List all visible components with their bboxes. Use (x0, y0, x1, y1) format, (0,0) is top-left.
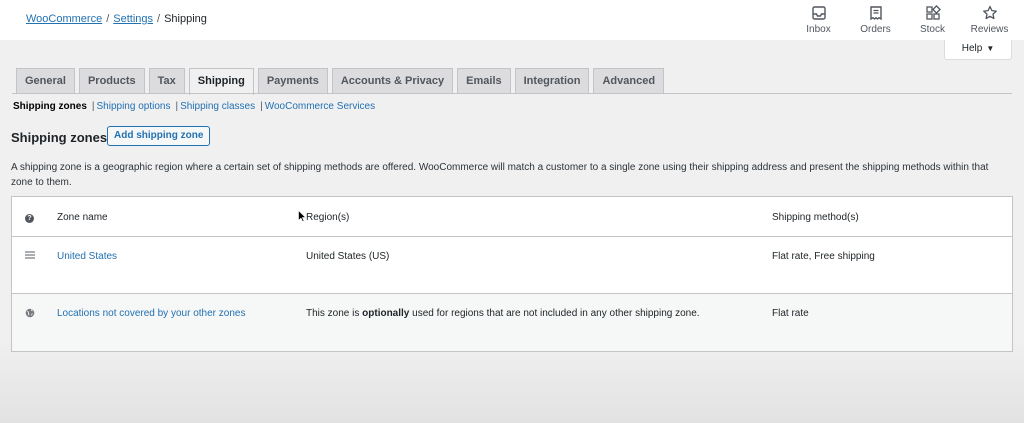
breadcrumb-current: Shipping (164, 13, 207, 25)
inbox-icon (811, 6, 826, 20)
subnav-woocommerce-services[interactable]: WooCommerce Services (265, 101, 375, 112)
page-description: A shipping zone is a geographic region w… (11, 162, 989, 188)
zone-methods: Flat rate, Free shipping (772, 251, 875, 262)
orders-button[interactable]: Orders (847, 5, 904, 35)
subnav-separator: | (91, 101, 95, 112)
tab-tax[interactable]: Tax (148, 68, 185, 94)
header-actions: Inbox Orders Stock Reviews (790, 5, 1018, 35)
table-row: United States United States (US) Flat ra… (12, 237, 1012, 294)
tab-advanced[interactable]: Advanced (593, 68, 665, 94)
tab-shipping[interactable]: Shipping (188, 68, 254, 95)
subnav-shipping-classes[interactable]: Shipping classes (180, 101, 255, 112)
fallback-zone-methods: Flat rate (772, 308, 809, 319)
mouse-cursor-icon (298, 210, 306, 222)
reviews-label: Reviews (970, 24, 1009, 35)
reviews-button[interactable]: Reviews (961, 5, 1018, 35)
sort-help-icon[interactable]: ? (25, 212, 34, 223)
breadcrumb-separator: / (157, 13, 161, 25)
column-shipping-methods: Shipping method(s) (772, 212, 859, 223)
shipping-subnav: Shipping zones | Shipping options | Shipping… (13, 101, 375, 112)
shipping-zones-table: ? Zone name Region(s) Shipping method(s)… (11, 196, 1013, 352)
stock-button[interactable]: Stock (904, 5, 961, 35)
fallback-zone-link[interactable]: Locations not covered by your other zone… (57, 308, 245, 319)
caret-down-icon: ▼ (986, 44, 995, 53)
fallback-region-text-1: This zone is (306, 308, 363, 319)
tab-accounts-privacy[interactable]: Accounts & Privacy (331, 68, 454, 94)
column-zone-name: Zone name (57, 212, 108, 223)
globe-icon (25, 308, 35, 321)
fallback-region-bold: optionally (362, 308, 410, 319)
tab-emails[interactable]: Emails (457, 68, 511, 94)
page-title: Shipping zones (11, 130, 108, 145)
inbox-button[interactable]: Inbox (790, 5, 847, 35)
table-row-fallback: Locations not covered by your other zone… (12, 294, 1012, 351)
help-button[interactable]: Help ▼ (944, 40, 1012, 60)
subnav-separator: | (260, 101, 263, 112)
zone-name-link[interactable]: United States (57, 251, 117, 262)
tabs-divider (12, 93, 1012, 94)
tab-products[interactable]: Products (78, 68, 145, 94)
tab-payments[interactable]: Payments (257, 68, 328, 94)
breadcrumb-settings-link[interactable]: Settings (113, 13, 153, 25)
breadcrumb-woocommerce-link[interactable]: WooCommerce (26, 13, 102, 25)
tab-integration[interactable]: Integration (514, 68, 590, 94)
inbox-label: Inbox (806, 24, 831, 35)
orders-label: Orders (860, 24, 891, 35)
add-shipping-zone-button[interactable]: Add shipping zone (107, 126, 211, 146)
breadcrumb-separator: / (106, 13, 110, 25)
orders-icon (869, 6, 882, 21)
subnav-shipping-zones[interactable]: Shipping zones (13, 101, 87, 112)
subnav-separator: | (175, 101, 179, 112)
column-regions: Region(s) (306, 212, 350, 223)
tab-general[interactable]: General (16, 68, 75, 94)
subnav-shipping-options[interactable]: Shipping options (97, 101, 171, 112)
fallback-zone-region: This zone is optionally used for regions… (306, 308, 700, 319)
top-header-bar: WooCommerce / Settings / Shipping Inbox Orde… (0, 0, 1024, 40)
zone-region: United States (US) (306, 251, 390, 262)
stock-label: Stock (919, 24, 945, 35)
stock-icon (925, 5, 941, 20)
help-label: Help (961, 43, 983, 54)
table-header-row: ? Zone name Region(s) Shipping method(s) (12, 197, 1012, 237)
breadcrumb: WooCommerce / Settings / Shipping (26, 13, 207, 25)
star-icon (982, 5, 997, 20)
fallback-region-text-2: used for regions that are not included i… (409, 308, 700, 319)
settings-tabs: General Products Tax Shipping Payments A… (16, 68, 668, 95)
drag-handle-icon[interactable] (25, 251, 35, 262)
